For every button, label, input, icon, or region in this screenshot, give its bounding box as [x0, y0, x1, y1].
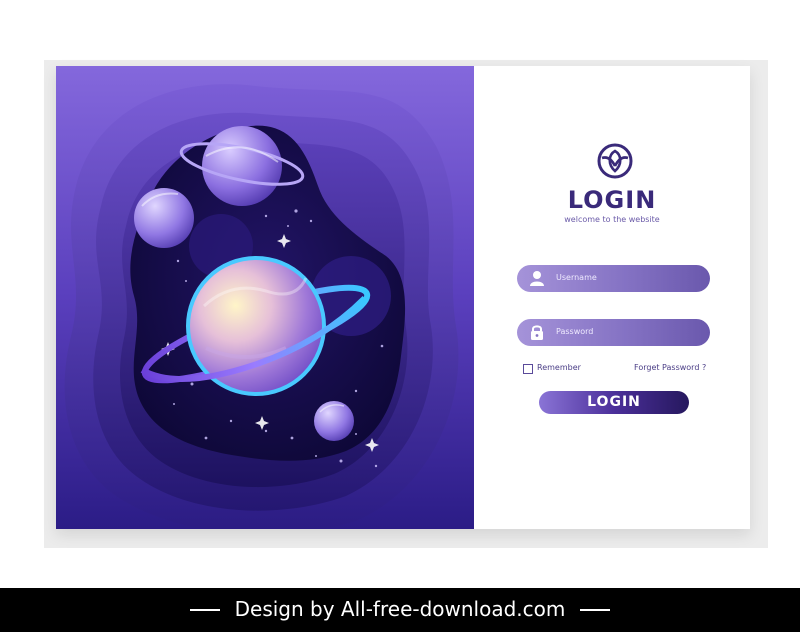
password-field[interactable]: Password	[517, 319, 710, 346]
lock-icon	[529, 324, 545, 341]
space-illustration-svg	[56, 66, 474, 529]
page-subtitle: welcome to the website	[564, 215, 660, 224]
username-placeholder: Username	[556, 273, 597, 282]
login-button[interactable]: LOGIN	[539, 391, 689, 414]
login-form: LOGIN welcome to the website Username Pa…	[474, 66, 750, 529]
remember-checkbox[interactable]	[523, 364, 533, 374]
username-field[interactable]: Username	[517, 265, 710, 292]
login-card: LOGIN welcome to the website Username Pa…	[56, 66, 750, 529]
user-icon	[529, 270, 545, 287]
footer-dash-right	[580, 609, 610, 611]
password-placeholder: Password	[556, 327, 594, 336]
remember-label: Remember	[537, 363, 581, 372]
space-illustration	[56, 66, 474, 529]
forgot-password-link[interactable]: Forget Password ?	[634, 363, 706, 372]
credit-footer: Design by All-free-download.com	[0, 588, 800, 632]
footer-credit: Design by All-free-download.com	[234, 597, 566, 621]
leaf-circle-logo-icon	[596, 142, 634, 180]
page-background: LOGIN welcome to the website Username Pa…	[0, 0, 800, 588]
page-title: LOGIN	[567, 186, 657, 214]
